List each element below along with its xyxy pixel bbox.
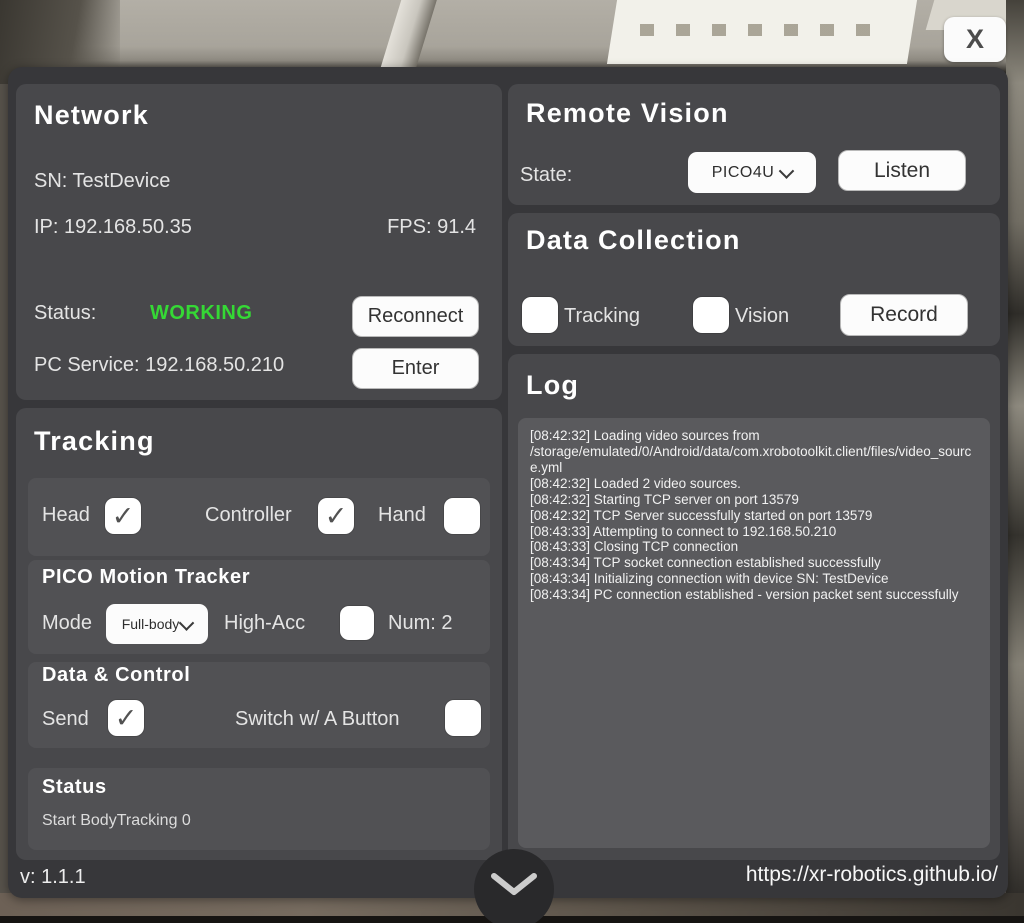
send-checkbox[interactable]: ✓ [108, 700, 144, 736]
mode-dropdown[interactable]: Full-body [106, 604, 208, 644]
log-line: [08:42:32] Loaded 2 video sources. [530, 476, 978, 492]
collapse-panel-button[interactable] [474, 849, 554, 923]
log-line: [08:43:34] Initializing connection with … [530, 571, 978, 587]
collect-tracking-checkbox[interactable] [522, 297, 558, 333]
tracking-status-title: Status [42, 776, 107, 799]
head-label: Head [42, 504, 90, 527]
listen-button[interactable]: Listen [838, 150, 966, 191]
tracker-num-value: Num: 2 [388, 612, 452, 635]
log-line: [08:43:33] Closing TCP connection [530, 539, 978, 555]
data-control-section: Data & Control Send ✓ Switch w/ A Button [28, 662, 490, 748]
tracking-status-value: Start BodyTracking 0 [42, 812, 191, 830]
main-panel: Network SN: TestDevice IP: 192.168.50.35… [8, 67, 1008, 898]
serial-number-value: SN: TestDevice [34, 170, 170, 193]
status-label: Status: [34, 302, 96, 325]
tracking-panel: Tracking Head ✓ Controller ✓ Hand PICO M… [16, 408, 502, 860]
controller-checkbox[interactable]: ✓ [318, 498, 354, 534]
switch-a-button-label: Switch w/ A Button [235, 708, 400, 731]
high-acc-label: High-Acc [224, 612, 305, 635]
hand-checkbox[interactable] [444, 498, 480, 534]
chevron-down-icon [488, 871, 540, 899]
log-line: [08:42:32] TCP Server successfully start… [530, 508, 978, 524]
chevron-down-icon [179, 615, 195, 631]
chevron-down-icon [779, 163, 795, 179]
send-label: Send [42, 708, 89, 731]
state-label: State: [520, 164, 572, 187]
pc-service-value: PC Service: 192.168.50.210 [34, 354, 284, 377]
remote-vision-panel: Remote Vision State: PICO4U Listen [508, 84, 1000, 205]
background-light-fixtures [640, 24, 890, 36]
tracking-title: Tracking [34, 426, 155, 457]
switch-a-button-checkbox[interactable] [445, 700, 481, 736]
data-control-title: Data & Control [42, 664, 190, 687]
log-line: [08:42:32] Starting TCP server on port 1… [530, 492, 978, 508]
controller-label: Controller [205, 504, 292, 527]
log-line: [08:42:32] Loading video sources from /s… [530, 428, 978, 476]
ip-address-value: IP: 192.168.50.35 [34, 216, 192, 239]
collect-tracking-label: Tracking [564, 305, 640, 328]
data-collection-title: Data Collection [526, 225, 741, 256]
network-panel: Network SN: TestDevice IP: 192.168.50.35… [16, 84, 502, 400]
log-title: Log [526, 370, 579, 401]
status-badge: WORKING [150, 302, 252, 325]
footer-link[interactable]: https://xr-robotics.github.io/ [746, 863, 998, 887]
network-title: Network [34, 100, 149, 131]
tracking-toggles-row: Head ✓ Controller ✓ Hand [28, 478, 490, 556]
hand-label: Hand [378, 504, 426, 527]
log-line: [08:43:34] TCP socket connection establi… [530, 555, 978, 571]
head-checkbox[interactable]: ✓ [105, 498, 141, 534]
version-label: v: 1.1.1 [20, 866, 86, 889]
pico-motion-tracker-section: PICO Motion Tracker Mode Full-body High-… [28, 560, 490, 654]
device-dropdown[interactable]: PICO4U [688, 152, 816, 193]
data-collection-panel: Data Collection Tracking Vision Record [508, 213, 1000, 346]
close-button[interactable]: X [944, 17, 1006, 62]
log-panel: Log [08:42:32] Loading video sources fro… [508, 354, 1000, 860]
collect-vision-checkbox[interactable] [693, 297, 729, 333]
fps-value: FPS: 91.4 [387, 216, 476, 239]
enter-button[interactable]: Enter [352, 348, 479, 389]
pico-motion-tracker-title: PICO Motion Tracker [42, 566, 250, 589]
close-icon: X [966, 24, 984, 55]
reconnect-button[interactable]: Reconnect [352, 296, 479, 337]
log-output[interactable]: [08:42:32] Loading video sources from /s… [518, 418, 990, 848]
log-line: [08:43:33] Attempting to connect to 192.… [530, 524, 978, 540]
tracking-status-section: Status Start BodyTracking 0 [28, 768, 490, 850]
mode-dropdown-value: Full-body [122, 616, 180, 632]
high-acc-checkbox[interactable] [340, 606, 374, 640]
mode-label: Mode [42, 612, 92, 635]
device-dropdown-value: PICO4U [712, 164, 775, 182]
remote-vision-title: Remote Vision [526, 98, 729, 129]
background-room-right [1006, 0, 1024, 923]
collect-vision-label: Vision [735, 305, 789, 328]
record-button[interactable]: Record [840, 294, 968, 336]
log-line: [08:43:34] PC connection established - v… [530, 587, 978, 603]
